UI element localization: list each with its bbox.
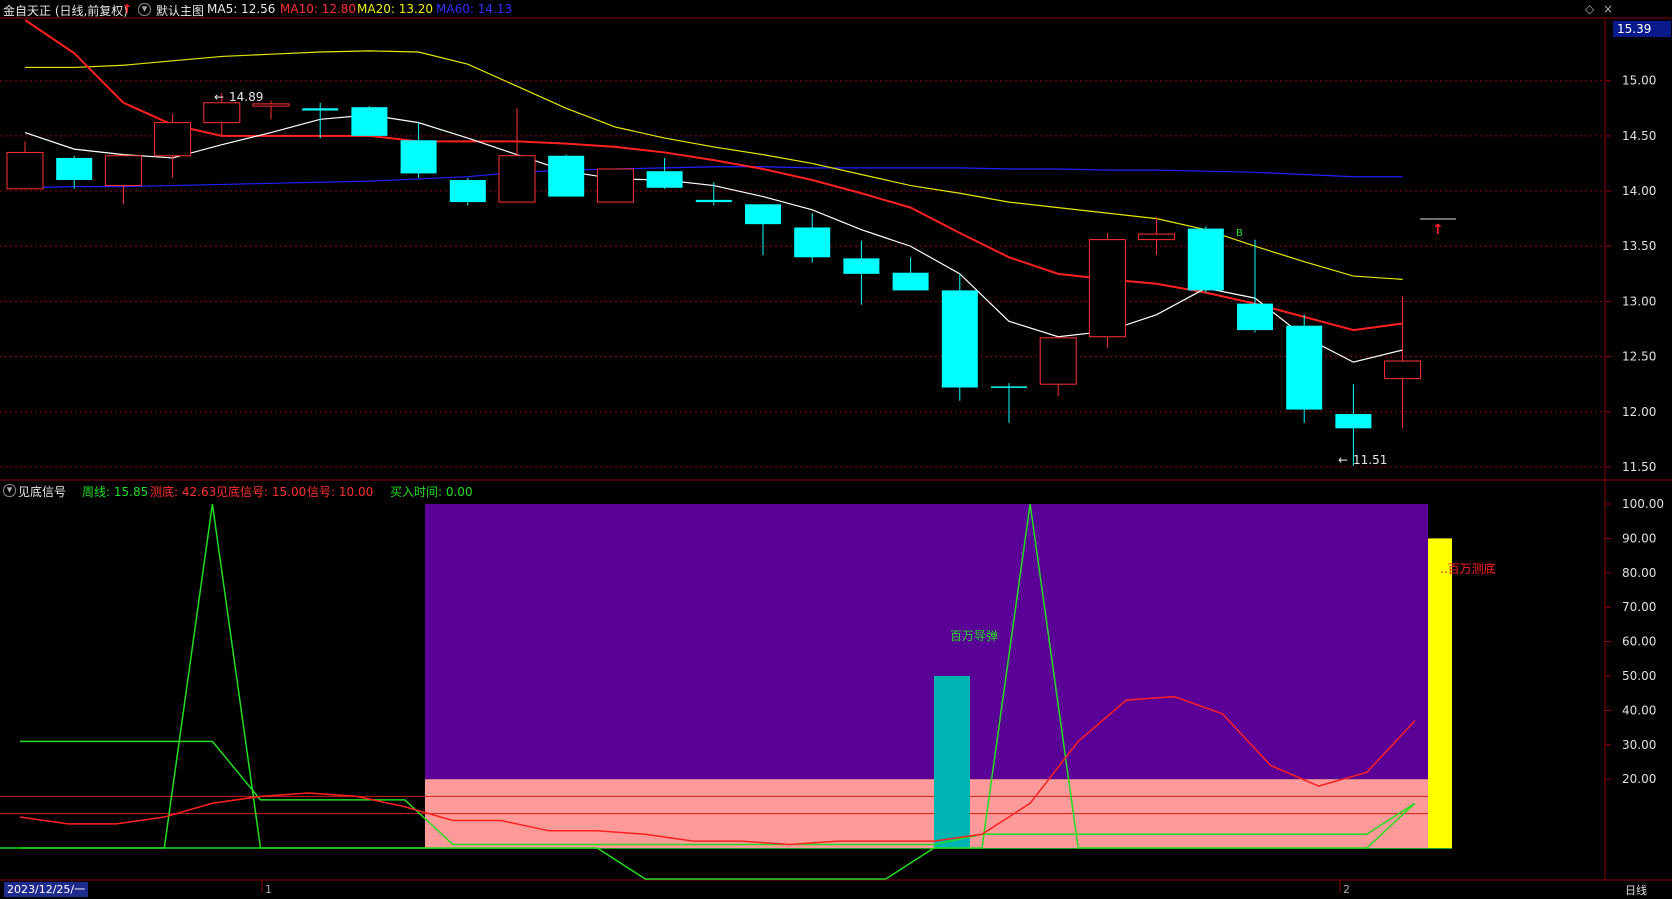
buy-arrow-icon: ↑	[1432, 222, 1444, 238]
price-tick-label: 13.50	[1622, 239, 1656, 253]
candle-up	[596, 168, 634, 203]
price-tick-label: 14.50	[1622, 129, 1656, 143]
candle-down	[991, 386, 1027, 388]
candlesticks	[6, 92, 1422, 466]
candle-up	[252, 103, 290, 107]
candle-down	[843, 258, 880, 274]
candle-down	[1187, 228, 1224, 291]
current-price: 15.39	[1617, 22, 1651, 36]
price-grid	[0, 80, 1605, 468]
indicator-tick-label: 30.00	[1622, 738, 1656, 752]
missile-bar	[934, 676, 970, 848]
candle-up	[498, 155, 536, 203]
stock-chart[interactable]: 15.00 14.50 14.00 13.50 13.00 12.50 12.00 11.50…	[0, 0, 1672, 899]
candle-up	[203, 102, 241, 124]
price-tick-label: 12.50	[1622, 350, 1656, 364]
indicator-axis: 100.00 90.00 80.00 70.00 60.00 50.00 40.00 30.0…	[1605, 497, 1664, 786]
price-tick-label: 14.00	[1622, 184, 1656, 198]
low-marker-arrow: ←	[1338, 453, 1348, 467]
candle-down	[56, 157, 93, 181]
price-tick-label: 13.00	[1622, 294, 1656, 308]
indicator-tick-label: 100.00	[1622, 497, 1664, 511]
candle-up	[1039, 337, 1077, 385]
candle-up	[104, 155, 142, 187]
candle-down	[1237, 303, 1273, 331]
period-label[interactable]: 日线	[1625, 882, 1647, 898]
indicator-tick-label: 80.00	[1622, 566, 1656, 580]
indicator-tick-label: 50.00	[1622, 669, 1656, 683]
high-price-label: 14.89	[229, 90, 263, 104]
cedi-bar	[1428, 538, 1452, 848]
candle-down	[302, 108, 339, 111]
candle-down	[695, 199, 732, 203]
candle-up	[154, 122, 192, 157]
candle-down	[794, 227, 831, 258]
price-tick-label: 15.00	[1622, 74, 1656, 88]
price-tick-label: 12.00	[1622, 405, 1656, 419]
candle-down	[548, 155, 585, 197]
indicator-blocks	[425, 504, 1452, 848]
price-axis: 15.00 14.50 14.00 13.50 13.00 12.50 12.00 11.50	[1605, 74, 1656, 474]
candle-down	[449, 180, 486, 203]
cedi-label: ..百万测底	[1440, 561, 1496, 576]
candle-up	[6, 151, 44, 190]
indicator-tick-label: 20.00	[1622, 772, 1656, 786]
missile-label: 百万导弹	[950, 629, 998, 643]
high-marker-arrow: ←	[214, 90, 224, 104]
candle-down	[646, 171, 683, 188]
indicator-tick-label: 40.00	[1622, 703, 1656, 717]
month-label-1: 1	[265, 883, 272, 896]
candle-down	[941, 290, 978, 388]
candle-down	[745, 204, 781, 225]
candle-up	[1384, 360, 1422, 380]
month-label-2: 2	[1343, 883, 1350, 896]
indicator-tick-label: 90.00	[1622, 531, 1656, 545]
cursor-date: 2023/12/25/一	[4, 882, 89, 897]
indicator-tick-label: 70.00	[1622, 600, 1656, 614]
bottom-zone-purple	[425, 504, 1428, 780]
candle-up	[1088, 239, 1126, 338]
candle-down	[351, 107, 388, 136]
low-price-label: 11.51	[1353, 453, 1387, 467]
candle-down	[400, 140, 437, 174]
indicator-tick-label: 60.00	[1622, 635, 1656, 649]
candle-down	[1286, 325, 1323, 410]
signal-marker-icon: B	[1236, 228, 1243, 239]
candle-up	[1138, 233, 1176, 241]
candle-down	[1335, 413, 1372, 429]
candle-down	[892, 272, 929, 291]
price-tick-label: 11.50	[1622, 460, 1656, 474]
